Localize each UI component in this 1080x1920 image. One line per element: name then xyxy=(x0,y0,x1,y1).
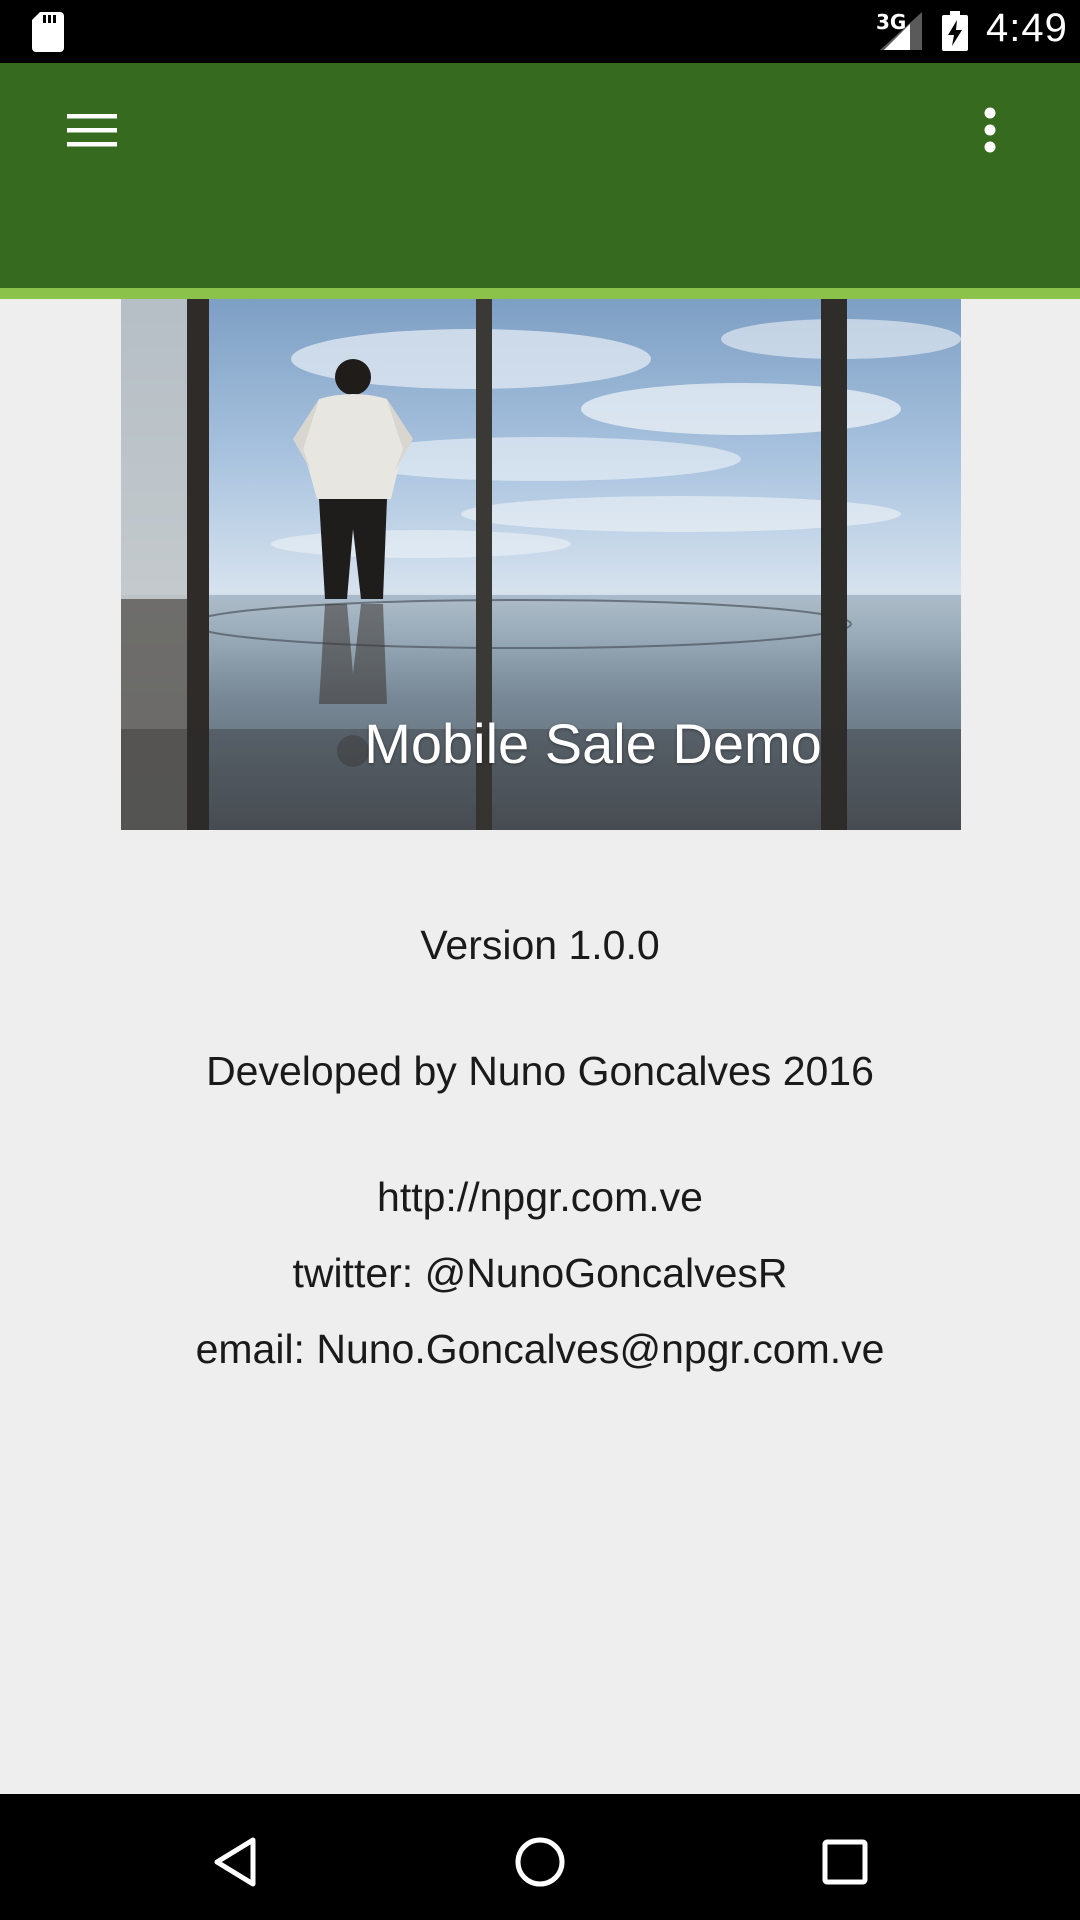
signal-strength-icon xyxy=(880,12,922,50)
hamburger-menu-icon xyxy=(67,114,117,147)
website-link[interactable]: http://npgr.com.ve xyxy=(0,1174,1080,1221)
hero-banner-image: Mobile Sale Demo xyxy=(121,299,961,830)
recents-square-icon[interactable] xyxy=(815,1832,875,1892)
menu-button[interactable] xyxy=(52,90,132,170)
more-vert-icon xyxy=(984,107,996,153)
sd-card-icon xyxy=(32,12,64,52)
back-triangle-icon[interactable] xyxy=(205,1832,265,1892)
home-circle-icon[interactable] xyxy=(510,1832,570,1892)
status-bar: 3G 4:49 xyxy=(0,0,1080,63)
app-bar-accent-stripe xyxy=(0,288,1080,299)
developer-credit: Developed by Nuno Goncalves 2016 xyxy=(206,1048,874,1094)
version-text: Version 1.0.0 xyxy=(420,922,660,968)
overflow-menu-button[interactable] xyxy=(950,90,1030,170)
app-bar xyxy=(0,63,1080,288)
battery-charging-icon xyxy=(942,11,968,51)
clock: 4:49 xyxy=(986,6,1068,50)
email-address[interactable]: email: Nuno.Goncalves@npgr.com.ve xyxy=(0,1326,1080,1373)
hero-title: Mobile Sale Demo xyxy=(364,712,822,775)
twitter-handle[interactable]: twitter: @NunoGoncalvesR xyxy=(0,1250,1080,1297)
